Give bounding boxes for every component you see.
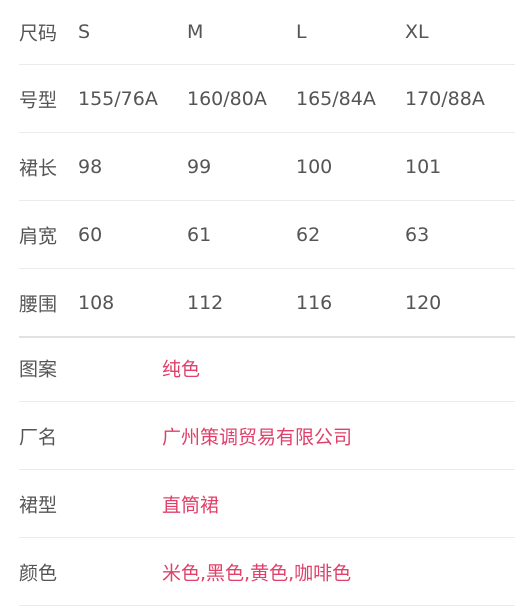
attribute-label: 裙型 [19, 494, 58, 516]
size-row-shoulder-width: 肩宽 60 61 62 63 [19, 201, 515, 269]
size-chart-table: 尺码 S M L XL 号型 155/76A 160/80A 165/84A 1… [19, 0, 515, 338]
attribute-label: 颜色 [19, 562, 58, 584]
attribute-value: 米色,黑色,黄色,咖啡色 [162, 562, 352, 584]
table-cell: XL [405, 21, 429, 43]
size-row-waist: 腰围 108 112 116 120 [19, 269, 515, 338]
attribute-row-skirt-type: 裙型 直筒裙 [19, 470, 515, 538]
size-row-model: 号型 155/76A 160/80A 165/84A 170/88A [19, 65, 515, 133]
table-cell: 99 [187, 155, 212, 178]
table-cell: M [187, 21, 204, 43]
table-cell: 155/76A [78, 87, 158, 110]
size-row-size: 尺码 S M L XL [19, 0, 515, 65]
attribute-row-manufacturer: 厂名 广州策调贸易有限公司 [19, 402, 515, 470]
table-cell: 116 [296, 291, 333, 314]
table-cell: 60 [78, 223, 103, 246]
table-cell: L [296, 21, 307, 43]
attribute-value: 广州策调贸易有限公司 [162, 426, 353, 448]
table-cell: 61 [187, 223, 212, 246]
attribute-row-color: 颜色 米色,黑色,黄色,咖啡色 [19, 538, 515, 606]
table-cell: 101 [405, 155, 442, 178]
table-cell: 98 [78, 155, 103, 178]
table-cell: 63 [405, 223, 430, 246]
product-spec-page: 尺码 S M L XL 号型 155/76A 160/80A 165/84A 1… [0, 0, 531, 606]
row-label-model: 号型 [19, 89, 58, 111]
attribute-value: 纯色 [162, 358, 201, 380]
attribute-row-pattern: 图案 纯色 [19, 334, 515, 402]
attribute-label: 图案 [19, 358, 58, 380]
attribute-value: 直筒裙 [162, 494, 220, 516]
table-cell: 160/80A [187, 87, 267, 110]
row-label-shoulder-width: 肩宽 [19, 225, 58, 247]
table-cell: 165/84A [296, 87, 376, 110]
row-label-skirt-length: 裙长 [19, 157, 58, 179]
row-label-size: 尺码 [19, 22, 58, 45]
table-cell: 170/88A [405, 87, 485, 110]
table-cell: 108 [78, 291, 115, 314]
table-cell: 62 [296, 223, 321, 246]
size-row-skirt-length: 裙长 98 99 100 101 [19, 133, 515, 201]
table-cell: 112 [187, 291, 224, 314]
table-cell: 100 [296, 155, 333, 178]
table-cell: S [78, 21, 91, 43]
attribute-label: 厂名 [19, 426, 58, 448]
table-cell: 120 [405, 291, 442, 314]
row-label-waist: 腰围 [19, 293, 58, 315]
product-attributes-list: 图案 纯色 厂名 广州策调贸易有限公司 裙型 直筒裙 颜色 米色,黑色,黄色,咖… [19, 334, 515, 606]
